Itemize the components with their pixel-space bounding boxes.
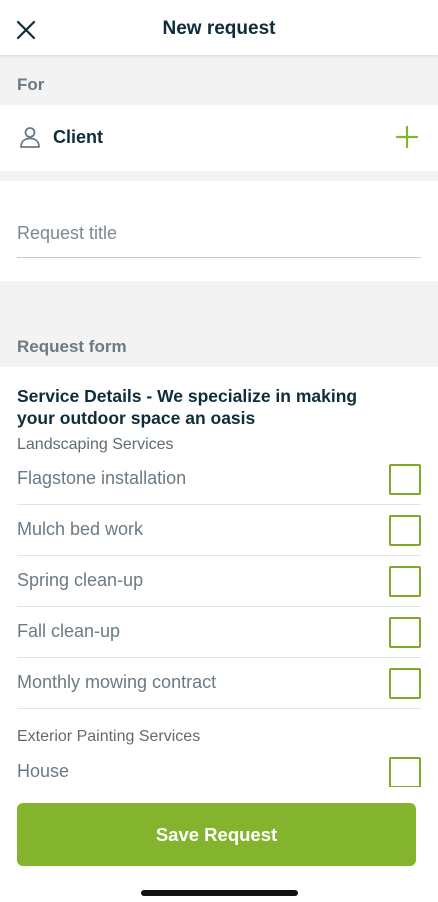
save-request-button[interactable]: Save Request bbox=[17, 803, 416, 866]
request-form-body: Service Details - We specialize in makin… bbox=[0, 367, 438, 787]
group-label: Exterior Painting Services bbox=[17, 728, 201, 745]
group-label: Landscaping Services bbox=[17, 436, 174, 453]
option-checkbox[interactable] bbox=[389, 464, 421, 495]
option-checkbox[interactable] bbox=[389, 668, 421, 699]
option-checkbox[interactable] bbox=[389, 515, 421, 546]
option-checkbox[interactable] bbox=[389, 617, 421, 648]
for-label: For bbox=[17, 75, 45, 94]
option-row-mowing[interactable]: Monthly mowing contract bbox=[17, 658, 421, 709]
for-section-header: For bbox=[0, 55, 438, 105]
plus-icon[interactable] bbox=[394, 124, 420, 150]
option-label: Fall clean-up bbox=[17, 621, 121, 641]
request-form-label: Request form bbox=[17, 337, 127, 356]
form-heading: Service Details - We specialize in makin… bbox=[17, 386, 358, 428]
person-icon bbox=[20, 127, 40, 148]
top-bar: New request bbox=[0, 0, 438, 55]
option-row-flagstone[interactable]: Flagstone installation bbox=[17, 454, 421, 505]
option-label: Spring clean-up bbox=[17, 570, 144, 590]
client-label: Client bbox=[53, 127, 104, 147]
client-row[interactable]: Client bbox=[0, 105, 438, 171]
home-indicator bbox=[141, 890, 298, 896]
request-title-input[interactable] bbox=[17, 209, 421, 258]
option-row-mulch[interactable]: Mulch bed work bbox=[17, 505, 421, 556]
option-checkbox[interactable] bbox=[389, 566, 421, 597]
request-form-header: Request form bbox=[0, 281, 438, 367]
option-label: House bbox=[17, 761, 70, 781]
option-label: Monthly mowing contract bbox=[17, 672, 217, 692]
option-row-fall[interactable]: Fall clean-up bbox=[17, 607, 421, 658]
option-row-house[interactable]: House bbox=[17, 747, 421, 787]
section-divider bbox=[0, 171, 438, 181]
option-label: Flagstone installation bbox=[17, 468, 187, 488]
option-checkbox[interactable] bbox=[389, 757, 421, 787]
page-title: New request bbox=[162, 18, 276, 39]
option-row-spring[interactable]: Spring clean-up bbox=[17, 556, 421, 607]
request-title-section bbox=[0, 181, 438, 281]
option-label: Mulch bed work bbox=[17, 519, 144, 539]
footer: Save Request bbox=[0, 787, 438, 902]
